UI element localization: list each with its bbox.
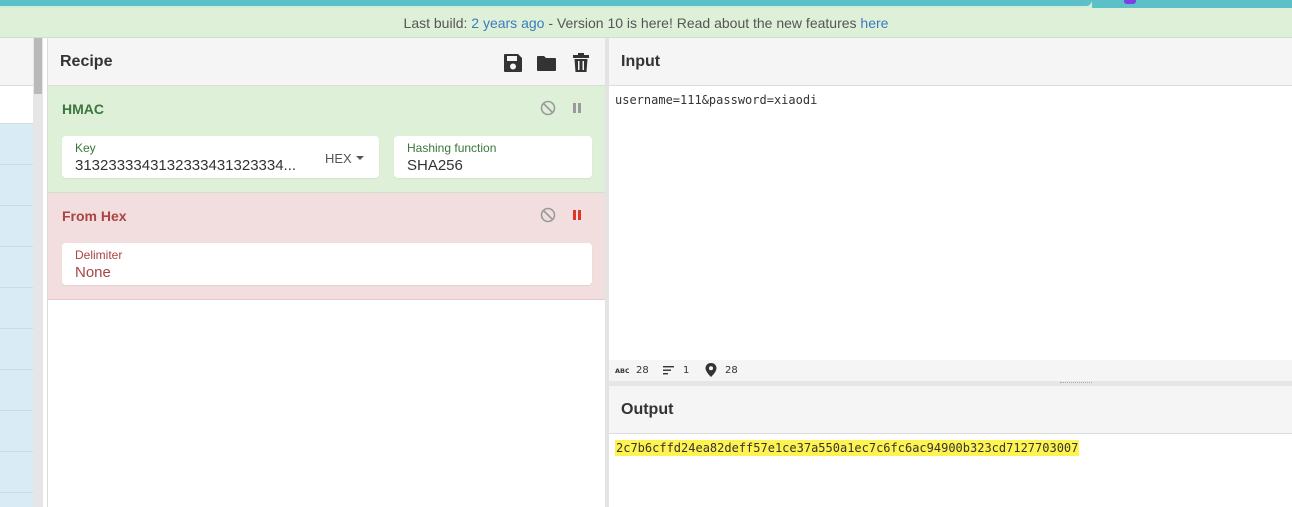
- disable-operation-button[interactable]: [539, 206, 557, 224]
- recipe-pane: Recipe HMAC Key 313233334313233343132333…: [47, 38, 606, 507]
- key-input[interactable]: 3132333343132333431323334...: [75, 157, 299, 174]
- operation-category[interactable]: [0, 329, 33, 370]
- load-recipe-button[interactable]: [536, 52, 558, 74]
- operations-search[interactable]: [0, 86, 33, 124]
- recipe-header: Recipe: [48, 38, 605, 86]
- key-format-label: HEX: [325, 151, 352, 166]
- output-textarea[interactable]: 2c7b6cffd24ea82deff57e1ce37a550a1ec7c6fc…: [615, 440, 1080, 456]
- breakpoint-button-active[interactable]: [568, 206, 586, 224]
- save-recipe-button[interactable]: [502, 52, 524, 74]
- location-pin-icon: [705, 363, 717, 377]
- from-hex-title: From Hex: [62, 208, 127, 224]
- cyberchef-app: Last build: 2 years ago - Version 10 is …: [0, 0, 1292, 507]
- disable-icon: [540, 207, 556, 223]
- key-label: Key: [75, 141, 96, 155]
- top-accent-right: [1092, 0, 1292, 8]
- operations-list: [0, 124, 33, 507]
- delimiter-label: Delimiter: [75, 248, 123, 262]
- output-header: Output: [609, 386, 1292, 434]
- operation-category[interactable]: [0, 247, 33, 288]
- banner-middle: - Version 10 is here! Read about the new…: [544, 15, 861, 31]
- key-format-dropdown[interactable]: HEX: [325, 151, 364, 166]
- breakpoint-button[interactable]: [568, 99, 586, 117]
- hmac-operation[interactable]: HMAC Key 3132333343132333431323334... HE…: [48, 86, 606, 193]
- trash-icon: [573, 53, 589, 72]
- output-pane: Output 2c7b6cffd24ea82deff57e1ce37a550a1…: [609, 386, 1292, 507]
- clear-recipe-button[interactable]: [570, 52, 592, 74]
- svg-text:ABC: ABC: [615, 367, 629, 375]
- input-status-bar: ABC 28 1 28: [609, 360, 1292, 381]
- io-pane: Input username=111&password=xiaodi ABC 2…: [609, 38, 1292, 507]
- splitter-grip[interactable]: [1060, 382, 1092, 384]
- delimiter-field[interactable]: Delimiter None: [62, 243, 592, 285]
- operation-category[interactable]: [0, 411, 33, 452]
- input-title: Input: [621, 53, 661, 70]
- pause-icon: [573, 103, 581, 113]
- abc-icon: ABC: [615, 367, 629, 375]
- cursor-position-value: 28: [725, 365, 738, 376]
- operations-header: [0, 38, 33, 86]
- pause-icon: [573, 210, 581, 220]
- input-pane: Input username=111&password=xiaodi ABC 2…: [609, 38, 1292, 381]
- delimiter-select[interactable]: None: [75, 264, 111, 281]
- operation-category[interactable]: [0, 288, 33, 329]
- input-header: Input: [609, 38, 1292, 86]
- top-accent-line: [0, 0, 1092, 6]
- features-link[interactable]: here: [860, 15, 888, 31]
- top-strip: [0, 0, 1292, 8]
- from-hex-operation[interactable]: From Hex Delimiter None: [48, 193, 606, 300]
- lines-icon: [663, 366, 674, 375]
- recipe-title: Recipe: [60, 53, 113, 70]
- hashing-function-label: Hashing function: [407, 141, 497, 155]
- disable-icon: [540, 100, 556, 116]
- notice-banner: Last build: 2 years ago - Version 10 is …: [0, 8, 1292, 38]
- operation-category[interactable]: [0, 452, 33, 493]
- operations-pane: [0, 38, 33, 507]
- scrollbar-thumb[interactable]: [34, 38, 42, 94]
- disable-operation-button[interactable]: [539, 99, 557, 117]
- save-icon: [504, 54, 522, 72]
- operation-category[interactable]: [0, 206, 33, 247]
- char-count-value: 28: [636, 365, 649, 376]
- operation-category[interactable]: [0, 124, 33, 165]
- operation-category[interactable]: [0, 165, 33, 206]
- folder-open-icon: [537, 56, 556, 71]
- hashing-function-field[interactable]: Hashing function SHA256: [394, 136, 592, 178]
- hmac-title: HMAC: [62, 101, 104, 117]
- hashing-function-select[interactable]: SHA256: [407, 157, 463, 174]
- hmac-key-field[interactable]: Key 3132333343132333431323334... HEX: [62, 136, 379, 178]
- caret-down-icon: [355, 156, 364, 160]
- line-count-value: 1: [683, 365, 690, 376]
- operations-scrollbar[interactable]: [33, 38, 43, 507]
- operation-category[interactable]: [0, 370, 33, 411]
- output-title: Output: [621, 401, 674, 418]
- input-textarea[interactable]: username=111&password=xiaodi: [615, 93, 817, 107]
- build-age-link[interactable]: 2 years ago: [471, 15, 544, 31]
- notification-badge: [1124, 0, 1136, 4]
- banner-prefix: Last build:: [403, 15, 472, 31]
